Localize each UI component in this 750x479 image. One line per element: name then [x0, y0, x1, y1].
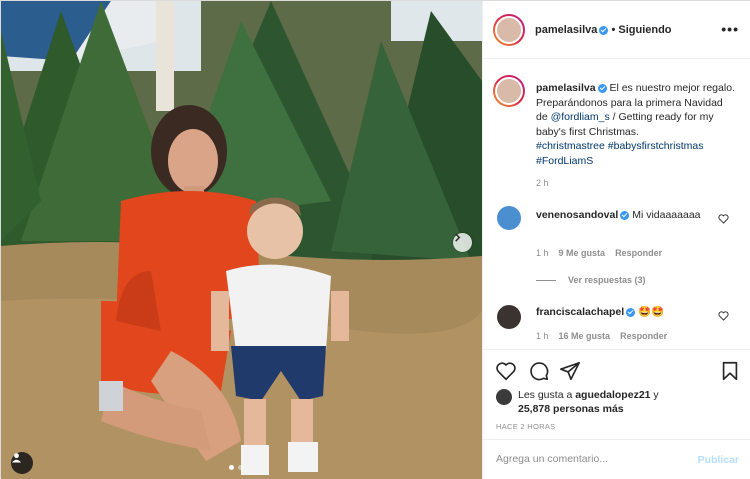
comment-time: 1 h	[536, 331, 549, 341]
view-replies-label: Ver respuestas (3)	[568, 275, 646, 285]
author-avatar[interactable]	[493, 14, 525, 46]
chevron-right-icon	[455, 233, 461, 242]
bookmark-icon[interactable]	[719, 360, 741, 382]
comment-meta: 1 h 16 Me gusta Responder	[536, 331, 667, 341]
comment-input[interactable]	[496, 453, 686, 465]
comment-username[interactable]: franciscalachapel	[536, 306, 624, 318]
comment-2: franciscalachapel 🤩🤩	[536, 305, 706, 319]
comment-username[interactable]: venenosandoval	[536, 209, 618, 221]
commenter-avatar[interactable]	[497, 305, 521, 329]
following-button[interactable]: Siguiendo	[618, 24, 671, 36]
comment-like-heart-icon[interactable]	[718, 214, 729, 224]
hashtag-link[interactable]: #FordLiamS	[536, 155, 593, 167]
post-time-ago[interactable]: HACE 2 HORAS	[496, 422, 555, 431]
separator-dot: •	[611, 24, 616, 36]
tagged-users-button[interactable]	[11, 452, 33, 474]
publish-button[interactable]: Publicar	[698, 454, 739, 466]
caption-mention-link[interactable]: @fordliam_s	[551, 111, 610, 123]
post-modal: pamelasilva • Siguiendo ••• pamelasilva …	[0, 0, 750, 479]
comment-composer: Publicar	[483, 439, 750, 479]
post-header: pamelasilva • Siguiendo •••	[483, 1, 750, 59]
caption-timestamp: 2 h	[536, 178, 549, 188]
comment-like-heart-icon[interactable]	[718, 311, 729, 321]
hashtag-link[interactable]: #christmastree	[536, 140, 605, 152]
commenter-avatar[interactable]	[497, 206, 521, 230]
likes-connector: y	[653, 389, 659, 401]
comment-icon[interactable]	[528, 360, 550, 382]
next-photo-button[interactable]	[453, 233, 472, 252]
carousel-indicator	[229, 465, 243, 470]
comment-likes[interactable]: 16 Me gusta	[559, 331, 611, 341]
verified-badge-icon	[597, 83, 607, 93]
comment-likes[interactable]: 9 Me gusta	[559, 248, 606, 258]
verified-badge-icon	[620, 210, 630, 220]
likes-count-link[interactable]: 25,878 personas más	[518, 403, 624, 415]
comment-time: 1 h	[536, 248, 549, 258]
share-icon[interactable]	[559, 360, 581, 382]
carousel-dot	[229, 465, 234, 470]
post-photo[interactable]	[1, 1, 482, 479]
post-caption: pamelasilva El es nuestro mejor regalo. …	[536, 81, 736, 168]
more-horizontal-icon[interactable]: •••	[721, 21, 739, 37]
replies-divider	[536, 279, 556, 281]
hashtag-link[interactable]: #babysfirstchristmas	[608, 140, 704, 152]
heart-icon[interactable]	[495, 360, 517, 382]
header-user-line: pamelasilva • Siguiendo	[535, 24, 672, 36]
liker-avatar[interactable]	[496, 389, 512, 405]
comment-1: venenosandoval Mi vidaaaaaaa	[536, 208, 706, 222]
likes-prefix: Les gusta a	[518, 389, 573, 401]
post-actions: Les gusta a aguedalopez21 y 25,878 perso…	[483, 349, 750, 439]
reply-button[interactable]: Responder	[620, 331, 667, 341]
author-username[interactable]: pamelasilva	[535, 24, 597, 36]
verified-badge-icon	[626, 307, 636, 317]
first-liker-link[interactable]: aguedalopez21	[575, 389, 650, 401]
comment-meta: 1 h 9 Me gusta Responder	[536, 248, 662, 258]
comment-text: 🤩🤩	[638, 306, 665, 318]
verified-badge-icon	[599, 25, 609, 35]
reply-button[interactable]: Responder	[615, 248, 662, 258]
user-icon	[11, 453, 22, 463]
caption-author-avatar[interactable]	[493, 75, 525, 107]
carousel-dot	[238, 465, 243, 470]
likes-summary: Les gusta a aguedalopez21 y 25,878 perso…	[518, 388, 659, 416]
comment-text: Mi vidaaaaaaa	[632, 209, 701, 221]
caption-username[interactable]: pamelasilva	[536, 82, 596, 94]
post-sidebar: pamelasilva • Siguiendo ••• pamelasilva …	[482, 1, 750, 479]
photo-illustration	[1, 1, 482, 479]
view-replies-button[interactable]: Ver respuestas (3)	[536, 275, 646, 285]
